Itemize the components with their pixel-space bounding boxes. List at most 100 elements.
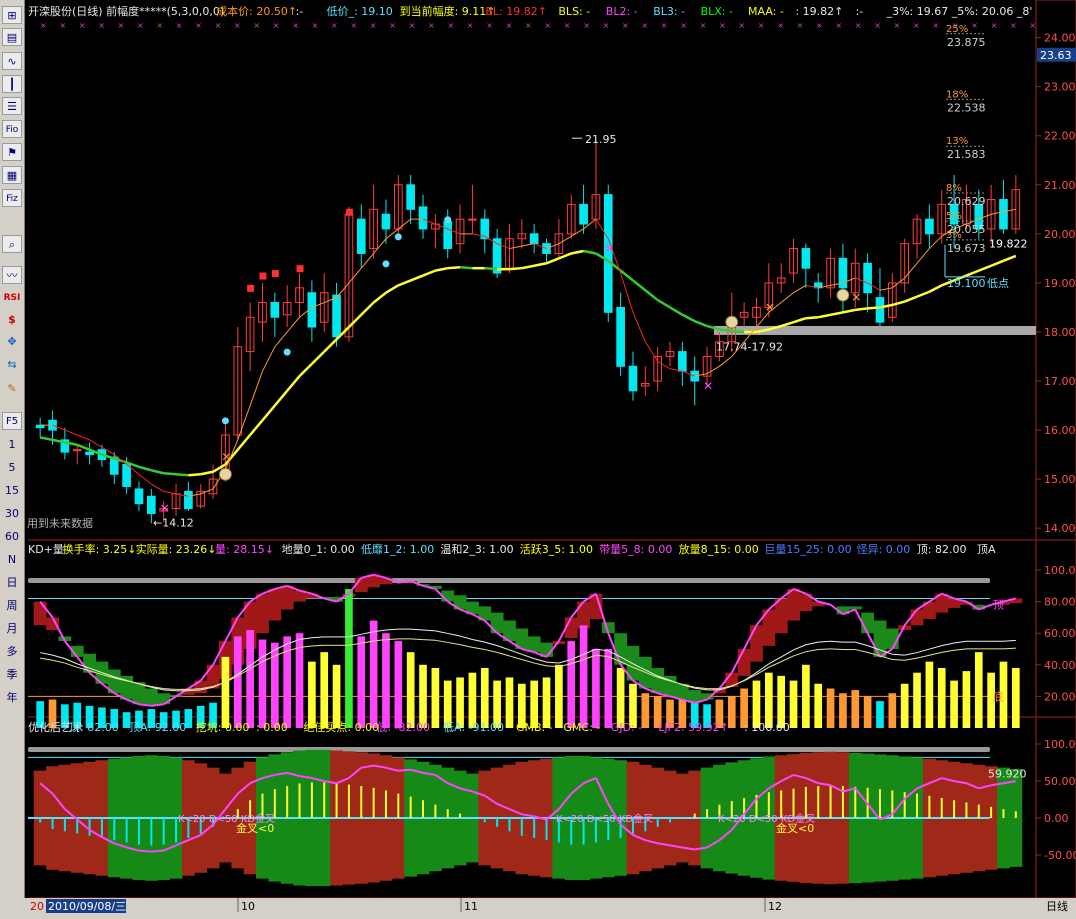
ma-long-segment: [188, 472, 201, 477]
signal-x-marker: ×: [234, 21, 241, 30]
candle-bear: [270, 302, 280, 318]
volume-bar: [876, 701, 884, 728]
title-item: _3%: 19.67 _5%: 20.06 _8': [886, 5, 1033, 18]
volume-bar: [950, 680, 958, 728]
volume-bar: [764, 672, 773, 728]
low-point-label: 低点: [987, 277, 1009, 290]
candle-bear: [332, 294, 341, 338]
title-item: :-: [856, 5, 864, 18]
signal-x-marker: ×: [991, 21, 998, 30]
time-axis-bar: [0, 898, 1076, 919]
title-item: 开滦股份(日线) 前幅度*****(5,3,0,0,0): [28, 4, 224, 18]
signal-x-marker: ×: [156, 21, 163, 30]
fib-percent: 3%: [946, 230, 962, 241]
signal-x-marker: ×: [292, 21, 299, 30]
chart-canvas[interactable]: 24.00 23.00 22.00 21.00 20.00 19.00 18.00 17.00…: [0, 0, 1076, 919]
art-header-item: : 106.00: [744, 721, 790, 734]
month-label: 11: [464, 900, 478, 913]
volume-bar: [431, 667, 440, 728]
volume-bar: [641, 693, 650, 728]
candle-bear: [406, 184, 416, 210]
high-price-label: 21.95: [585, 133, 617, 146]
art-header-item: GMC: -: [563, 721, 600, 734]
kd-header-item: 换手率: 3.25↓: [63, 542, 137, 556]
volume-bar: [1011, 667, 1020, 728]
signal-x-marker: ×: [350, 21, 357, 30]
candle-bear: [443, 221, 453, 250]
ma-long-segment: [447, 265, 461, 270]
price-tick-label: 23.00: [1044, 81, 1076, 94]
kd-header-item: 温和2_3: 1.00: [440, 543, 513, 556]
signal-x-marker: ×: [486, 21, 493, 30]
kd-yellow-line: [892, 659, 905, 661]
art-header-item: : 0.00: [256, 721, 288, 734]
signal-x-marker: ×: [603, 21, 610, 30]
price-tick-label: 21.00: [1044, 179, 1076, 192]
signal-x-marker: ×: [253, 21, 260, 30]
fib-percent: 8%: [946, 183, 962, 194]
art-value-label: 59.920: [988, 768, 1027, 781]
art-top-bar: [28, 747, 990, 752]
last-price-label: 19.822: [989, 238, 1028, 251]
signal-x-marker: ×: [525, 21, 532, 30]
signal-x-marker: ×: [641, 21, 648, 30]
signal-x-marker: ×: [913, 21, 920, 30]
signal-x-marker: ×: [738, 21, 745, 30]
kd-header-item: 巨量15_25: 0.00: [764, 543, 851, 556]
art-k-line: [151, 849, 164, 853]
signal-x-marker: ×: [680, 21, 687, 30]
price-tick-label: 15.00: [1044, 473, 1076, 486]
money-bag-icon: [725, 315, 739, 329]
volume-bar: [382, 633, 390, 728]
candle-bear: [863, 262, 872, 294]
volume-bar: [332, 664, 341, 728]
volume-bar: [925, 661, 934, 728]
cyan-signal-dot: [394, 233, 402, 241]
price-tick-label: 17.00: [1044, 375, 1076, 388]
title-item: 低价_: 19.10: [327, 5, 393, 18]
kd-yellow-line: [830, 648, 843, 651]
volume-bar: [814, 683, 823, 728]
candle-bear: [678, 351, 687, 372]
ma-long-segment: [459, 265, 473, 270]
signal-x-marker: ×: [661, 21, 668, 30]
signal-x-marker: ×: [467, 21, 474, 30]
kd-header-item: 顶: 82.00: [917, 543, 967, 556]
signal-x-marker: ×: [874, 21, 881, 30]
title-item: BL3: -: [653, 5, 685, 18]
fib-percent: 5%: [946, 211, 962, 222]
golden-cross-below-zero: 金叉<0: [776, 821, 814, 835]
art-k-line: [138, 849, 152, 853]
volume-bar: [962, 671, 971, 728]
signal-x-marker: ×: [98, 21, 105, 30]
volume-bar: [555, 664, 563, 728]
candle-bear: [616, 306, 625, 367]
time-axis-prefix: 20: [30, 900, 44, 913]
volume-bar: [802, 664, 810, 728]
buy-cross-marker: ✕: [851, 291, 861, 305]
volume-bar: [900, 683, 909, 728]
signal-x-marker: ×: [59, 21, 66, 30]
ma-long-segment: [509, 266, 522, 271]
signal-x-marker: ×: [506, 21, 513, 30]
art-indicator-panel: [28, 747, 1023, 887]
kd-yellow-line: [311, 644, 325, 647]
art-header-item: 顶A: 92.00: [129, 721, 186, 734]
title-item: BLS: -: [558, 5, 590, 18]
money-bag-icon: [218, 467, 232, 481]
kd-header-item: KD+量: [28, 543, 64, 556]
signal-x-marker: ×: [447, 21, 454, 30]
art-header-item: 低A: -91.00: [443, 721, 504, 734]
period-label: 日线: [1046, 899, 1068, 913]
candle-bear: [875, 297, 885, 323]
volume-bar: [419, 664, 427, 728]
volume-bar: [345, 588, 353, 728]
signal-x-marker: ×: [409, 21, 416, 30]
month-label: 12: [768, 900, 782, 913]
kd-header-item: 实际量: 23.26↓: [136, 542, 217, 556]
art-header-item: 绝佳买点: 0.00: [303, 720, 379, 734]
volume-bar: [221, 656, 230, 728]
low-point-value: 19.100: [947, 277, 986, 290]
kd-header-item: 放量8_15: 0.00: [679, 542, 759, 556]
price-tick-label: 24.00: [1044, 32, 1076, 45]
